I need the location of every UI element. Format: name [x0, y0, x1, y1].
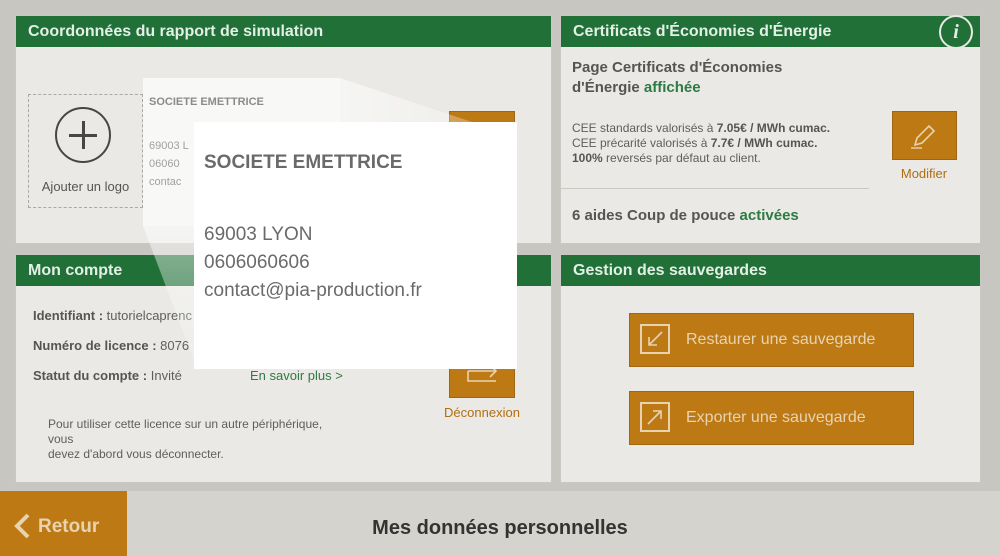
backups-panel: Gestion des sauvegardes Restaurer une sa…	[560, 254, 981, 483]
info-icon-glyph: i	[953, 21, 959, 43]
footer-bar: Mes données personnelles	[0, 491, 1000, 556]
restore-backup-button[interactable]: Restaurer une sauvegarde	[629, 313, 914, 367]
cee-panel: Certificats d'Économies d'Énergie i Page…	[560, 15, 981, 244]
plus-icon	[55, 107, 111, 163]
restore-icon	[640, 324, 670, 354]
modify-cee-label[interactable]: Modifier	[881, 166, 967, 181]
thumbnail-line: 69003 L	[149, 140, 189, 152]
thumbnail-line: 06060	[149, 158, 180, 170]
simulation-panel-title: Coordonnées du rapport de simulation	[16, 16, 551, 47]
aides-status: 6 aides Coup de pouce activées	[572, 207, 799, 224]
divider	[561, 188, 869, 189]
pencil-icon	[911, 124, 936, 149]
add-logo-label: Ajouter un logo	[41, 179, 130, 194]
id-row: Identifiant : tutorielcaprenc	[33, 308, 192, 323]
modify-cee-button[interactable]	[892, 111, 957, 160]
page-title: Mes données personnelles	[372, 517, 628, 539]
restore-backup-label: Restaurer une sauvegarde	[686, 331, 876, 348]
export-backup-label: Exporter une sauvegarde	[686, 409, 866, 426]
more-info-link[interactable]: En savoir plus >	[250, 368, 343, 383]
license-row: Numéro de licence : 8076	[33, 338, 190, 353]
zoom-email: contact@pia-production.fr	[204, 280, 422, 301]
chevron-left-icon	[14, 513, 30, 539]
export-backup-button[interactable]: Exporter une sauvegarde	[629, 391, 914, 445]
back-button[interactable]: Retour	[0, 491, 127, 556]
license-note: Pour utiliser cette licence sur un autre…	[48, 417, 323, 461]
cee-page-status: Page Certificats d'Économies d'Énergie a…	[572, 59, 783, 96]
status-row: Statut du compte : Invité	[33, 368, 182, 383]
cee-values: CEE standards valorisés à 7.05€ / MWh cu…	[572, 121, 831, 165]
backups-panel-title: Gestion des sauvegardes	[561, 255, 980, 286]
add-logo-button[interactable]: Ajouter un logo	[28, 94, 143, 208]
export-icon	[640, 402, 670, 432]
back-label: Retour	[38, 516, 100, 537]
cee-panel-title: Certificats d'Économies d'Énergie	[561, 16, 980, 47]
zoom-phone: 0606060606	[204, 252, 310, 273]
zoom-city: 69003 LYON	[204, 224, 313, 245]
thumbnail-line: contac	[149, 176, 182, 188]
contact-zoom-card: SOCIETE EMETTRICE 69003 LYON 0606060606 …	[194, 122, 517, 369]
zoom-company: SOCIETE EMETTRICE	[204, 152, 403, 173]
logout-label[interactable]: Déconnexion	[434, 405, 530, 420]
thumbnail-company: SOCIETE EMETTRICE	[149, 96, 264, 108]
info-icon[interactable]: i	[939, 15, 973, 49]
